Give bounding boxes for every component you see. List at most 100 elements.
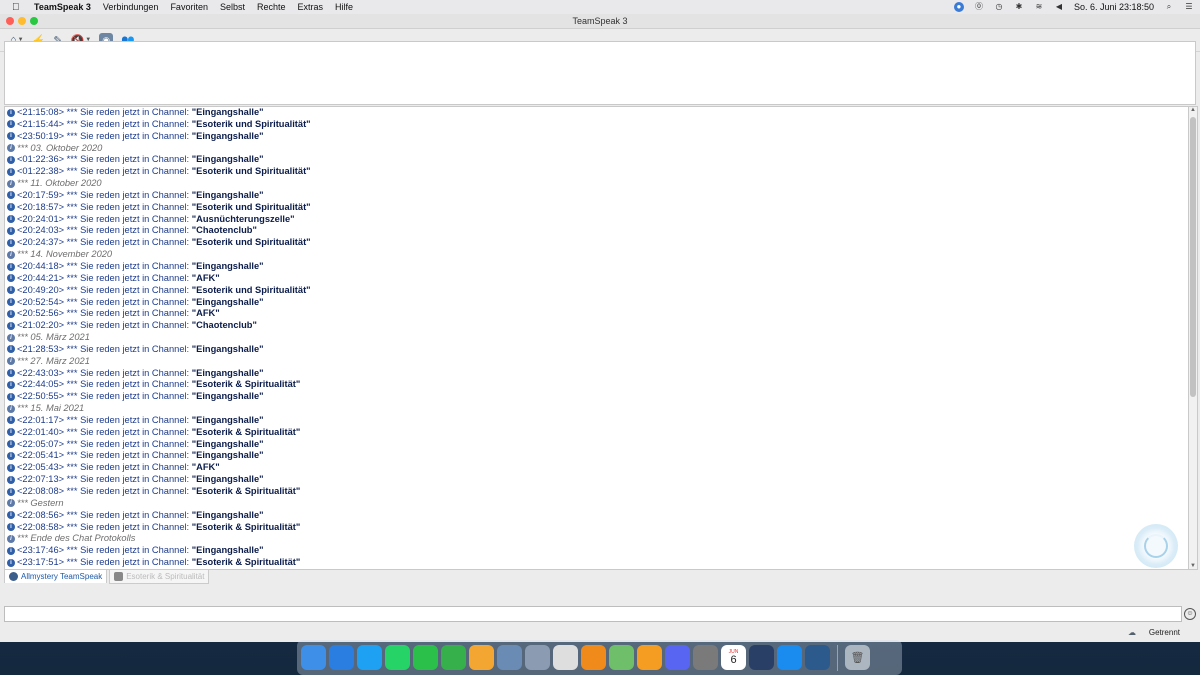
channel-link[interactable]: "Esoterik & Spiritualität" [192,486,301,496]
home-icon[interactable] [637,645,662,670]
find-my-icon[interactable] [441,645,466,670]
channel-link[interactable]: "Eingangshalle" [192,391,264,401]
channel-link[interactable]: "Eingangshalle" [192,439,264,449]
scrollbar-thumb[interactable] [1190,117,1196,397]
log-entry: i <22:44:05> *** Sie reden jetzt in Chann… [5,379,1189,391]
maps-icon[interactable] [609,645,634,670]
volume-icon[interactable]: ◀ [1054,2,1064,12]
channel-link[interactable]: "AFK" [192,273,220,283]
channel-link[interactable]: "Eingangshalle" [192,261,264,271]
channel-link[interactable]: "Eingangshalle" [192,190,264,200]
menu-verbindungen[interactable]: Verbindungen [103,2,159,12]
discord-icon[interactable] [665,645,690,670]
log-entry: i <23:17:51> *** Sie reden jetzt in Chann… [5,557,1189,569]
channel-link[interactable]: "Ausnüchterungszelle" [192,214,295,224]
info-icon: i [7,416,15,425]
channel-link[interactable]: "Esoterik und Spiritualität" [192,166,311,176]
channel-link[interactable]: "Esoterik und Spiritualität" [192,237,311,247]
quicktime-icon[interactable] [749,645,774,670]
server-tree-panel[interactable] [4,41,1196,105]
log-entry: i <20:52:56> *** Sie reden jetzt in Chann… [5,308,1189,320]
vlc-icon[interactable] [581,645,606,670]
menu-app-name[interactable]: TeamSpeak 3 [34,2,91,12]
safari-icon[interactable] [329,645,354,670]
teamspeak-status-icon[interactable]: ● [953,2,964,12]
menu-favoriten[interactable]: Favoriten [170,2,208,12]
log-message: *** Sie reden jetzt in Channel: [66,308,192,319]
apple-menu-icon[interactable]:  [12,2,26,13]
app-store-icon[interactable] [777,645,802,670]
teamspeak-icon[interactable] [805,645,830,670]
tab-channel[interactable]: Esoterik & Spiritualität [109,569,210,584]
log-time: <22:01:17> [17,414,65,425]
menu-selbst[interactable]: Selbst [220,2,245,12]
messages-icon[interactable] [357,645,382,670]
channel-link[interactable]: "Eingangshalle" [192,510,264,520]
system-preferences-icon[interactable] [693,645,718,670]
channel-link[interactable]: "Eingangshalle" [192,415,264,425]
channel-link[interactable]: "Eingangshalle" [192,154,264,164]
time-machine-icon[interactable]: ◷ [994,2,1004,12]
title-bar: TeamSpeak 3 [0,14,1200,29]
textedit-icon[interactable] [553,645,578,670]
chat-input[interactable] [4,606,1182,622]
channel-link[interactable]: "Chaotenclub" [192,225,257,235]
wifi-icon[interactable]: ≋ [1034,2,1044,12]
log-entry: i <23:50:19> *** Sie reden jetzt in Chann… [5,131,1189,143]
log-time: <21:15:08> [17,107,65,117]
chat-log[interactable]: i <21:15:08> *** Sie reden jetzt in Chann… [4,106,1190,570]
channel-link[interactable]: "Esoterik & Spiritualität" [192,427,301,437]
log-time: <20:44:21> [17,272,65,283]
channel-link[interactable]: "Esoterik und Spiritualität" [192,285,311,295]
accessibility-icon[interactable]: ⓪ [974,2,984,12]
log-message: *** Sie reden jetzt in Channel: [66,284,192,295]
menu-hilfe[interactable]: Hilfe [335,2,353,12]
log-time: <22:08:56> [17,509,65,520]
channel-link[interactable]: "Eingangshalle" [192,107,264,117]
channel-link[interactable]: "Eingangshalle" [192,368,264,378]
dock: JUN 6 🗑 [297,640,902,675]
log-entry: i <01:22:38> *** Sie reden jetzt in Chann… [5,166,1189,178]
finder-icon[interactable] [301,645,326,670]
bluetooth-icon[interactable]: ✱ [1014,2,1024,12]
channel-link[interactable]: "Esoterik & Spiritualität" [192,379,301,389]
channel-link[interactable]: "Esoterik & Spiritualität" [192,557,301,567]
channel-link[interactable]: "Eingangshalle" [192,344,264,354]
tab-server[interactable]: Allmystery TeamSpeak [4,569,108,583]
separator-text: *** 14. November 2020 [17,249,113,260]
preview-icon[interactable] [497,645,522,670]
channel-link[interactable]: "Esoterik und Spiritualität" [192,202,311,212]
whatsapp-icon[interactable] [385,645,410,670]
channel-link[interactable]: "Eingangshalle" [192,545,264,555]
channel-link[interactable]: "Esoterik & Spiritualität" [192,522,301,532]
facetime-icon[interactable] [413,645,438,670]
pages-icon[interactable] [469,645,494,670]
menu-rechte[interactable]: Rechte [257,2,286,12]
scroll-up-arrow-icon[interactable]: ▲ [1189,107,1197,113]
channel-link[interactable]: "Eingangshalle" [192,297,264,307]
image-capture-icon[interactable] [525,645,550,670]
log-entry: i <20:24:03> *** Sie reden jetzt in Chann… [5,225,1189,237]
log-time: <22:05:07> [17,438,65,449]
channel-link[interactable]: "Eingangshalle" [192,450,264,460]
menu-extras[interactable]: Extras [298,2,324,12]
emoji-icon[interactable]: ☺ [1184,608,1196,620]
clock[interactable]: So. 6. Juni 23:18:50 [1074,2,1154,12]
log-time: <22:44:05> [17,379,65,390]
separator-text: *** 27. März 2021 [17,355,90,366]
chat-log-scrollbar[interactable]: ▲ ▼ [1188,106,1198,570]
channel-link[interactable]: "Esoterik und Spiritualität" [192,119,311,129]
trash-icon[interactable]: 🗑 [845,645,870,670]
channel-link[interactable]: "Eingangshalle" [192,131,264,141]
calendar-icon[interactable]: JUN 6 [721,645,746,670]
channel-link[interactable]: "AFK" [192,308,220,318]
scroll-down-arrow-icon[interactable]: ▼ [1189,563,1197,569]
channel-link[interactable]: "Eingangshalle" [192,474,264,484]
channel-link[interactable]: "Chaotenclub" [192,320,257,330]
log-entry: i <22:08:56> *** Sie reden jetzt in Chann… [5,510,1189,522]
channel-link[interactable]: "AFK" [192,462,220,472]
control-center-icon[interactable]: ☰ [1184,2,1194,12]
spotlight-search-icon[interactable]: ⌕ [1164,2,1174,12]
log-message: *** Sie reden jetzt in Channel: [66,201,192,212]
log-date-separator: i *** 03. Oktober 2020 [5,143,1189,155]
